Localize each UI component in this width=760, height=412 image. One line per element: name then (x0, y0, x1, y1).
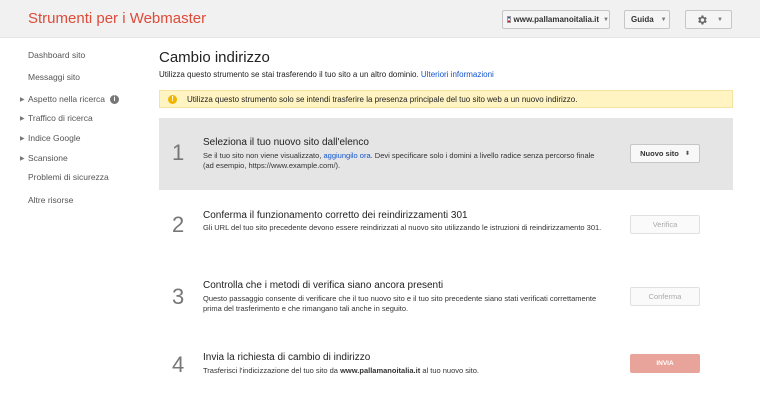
sidebar-item-label: Dashboard sito (28, 50, 86, 60)
step-1: 1 Seleziona il tuo nuovo sito dall'elenc… (159, 118, 733, 190)
sidebar-item-label: Indice Google (28, 133, 81, 143)
step-description-text: Se il tuo sito non viene visualizzato, (203, 151, 322, 160)
step-title: Conferma il funzionamento corretto dei r… (203, 210, 468, 221)
confirm-button[interactable]: Conferma (630, 287, 700, 306)
step-title: Controlla che i metodi di verifica siano… (203, 280, 444, 291)
sidebar-item-label: Scansione (28, 153, 68, 163)
settings-button[interactable]: ▼ (685, 10, 732, 29)
sidebar-item-other-resources[interactable]: Altre risorse (0, 191, 148, 209)
step-number: 2 (172, 212, 185, 237)
chevron-right-icon: ▶ (20, 155, 25, 162)
chevron-down-icon: ▼ (660, 16, 667, 23)
step-description-text: Trasferisci l'indicizzazione del tuo sit… (203, 366, 338, 375)
app-title[interactable]: Strumenti per i Webmaster (28, 10, 206, 27)
page-title: Cambio indirizzo (159, 49, 270, 66)
sidebar-item-search-traffic[interactable]: ▶ Traffico di ricerca (0, 109, 148, 127)
sidebar-item-crawl[interactable]: ▶ Scansione (0, 149, 148, 167)
sidebar-item-label: Messaggi sito (28, 72, 80, 82)
send-button[interactable]: INVIA (630, 354, 700, 373)
warning-text: Utilizza questo strumento solo se intend… (187, 94, 578, 104)
sidebar-item-label: Problemi di sicurezza (28, 172, 109, 182)
chevron-right-icon: ▶ (20, 135, 25, 142)
sidebar-item-dashboard[interactable]: Dashboard sito (0, 46, 148, 64)
top-header: Strumenti per i Webmaster www.pallamanoi… (0, 0, 760, 38)
verify-button[interactable]: Verifica (630, 215, 700, 234)
gear-icon (698, 15, 707, 24)
warning-icon: ! (168, 94, 177, 104)
warning-banner: ! Utilizza questo strumento solo se inte… (159, 90, 733, 108)
learn-more-link[interactable]: Ulteriori informazioni (421, 70, 494, 79)
step-title: Seleziona il tuo nuovo sito dall'elenco (203, 137, 369, 148)
sidebar-item-messages[interactable]: Messaggi sito (0, 68, 148, 86)
sort-updown-icon: ⬍ (684, 151, 690, 157)
info-icon[interactable]: i (110, 94, 120, 104)
step-3: 3 Controlla che i metodi di verifica sia… (159, 278, 733, 326)
step-2: 2 Conferma il funzionamento corretto dei… (159, 206, 733, 254)
sidebar-item-label: Aspetto nella ricerca (28, 94, 106, 104)
chevron-down-icon: ▼ (717, 16, 723, 23)
add-site-link[interactable]: aggiungilo ora (324, 151, 371, 160)
site-domain-text: www.pallamanoitalia.it (340, 366, 421, 375)
site-selector-label: www.pallamanoitalia.it (513, 15, 600, 24)
step-number: 1 (172, 140, 185, 165)
step-number: 4 (172, 352, 185, 377)
new-site-select[interactable]: Nuovo sito ⬍ (630, 144, 700, 163)
site-selector[interactable]: www.pallamanoitalia.it ▼ (502, 10, 610, 29)
step-description: Trasferisci l'indicizzazione del tuo sit… (203, 366, 603, 376)
sidebar-item-google-index[interactable]: ▶ Indice Google (0, 129, 148, 147)
intro-text: Utilizza questo strumento se stai trasfe… (159, 70, 494, 79)
help-button[interactable]: Guida ▼ (624, 10, 670, 29)
step-description: Se il tuo sito non viene visualizzato, a… (203, 151, 603, 171)
new-site-select-label: Nuovo sito (640, 149, 679, 158)
help-button-label: Guida (631, 15, 654, 24)
chevron-right-icon: ▶ (20, 115, 25, 122)
step-description: Gli URL del tuo sito precedente devono e… (203, 223, 602, 232)
intro-description: Utilizza questo strumento se stai trasfe… (159, 70, 419, 79)
step-description-text: al tuo nuovo sito. (422, 366, 480, 375)
step-number: 3 (172, 284, 185, 309)
step-4: 4 Invia la richiesta di cambio di indiri… (159, 350, 733, 390)
step-title: Invia la richiesta di cambio di indirizz… (203, 352, 371, 363)
site-flag-icon (507, 16, 511, 23)
sidebar-item-search-appearance[interactable]: ▶ Aspetto nella ricerca i (0, 90, 148, 108)
sidebar-item-label: Altre risorse (28, 195, 74, 205)
sidebar: Dashboard sito Messaggi sito ▶ Aspetto n… (0, 39, 148, 412)
sidebar-item-security[interactable]: Problemi di sicurezza (0, 168, 148, 186)
sidebar-item-label: Traffico di ricerca (28, 113, 93, 123)
step-description: Questo passaggio consente di verificare … (203, 294, 597, 313)
chevron-down-icon: ▼ (603, 16, 609, 23)
chevron-right-icon: ▶ (20, 96, 25, 103)
